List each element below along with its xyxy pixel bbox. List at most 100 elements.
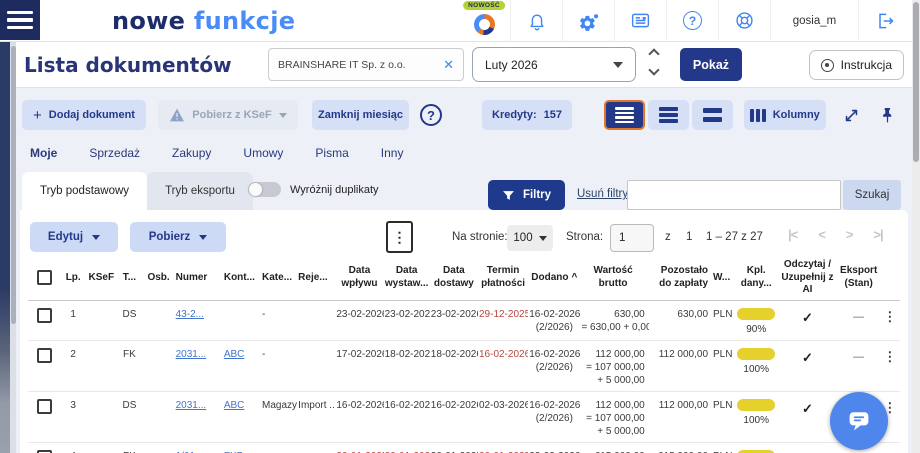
- col-header-dodano[interactable]: Dodano^: [528, 256, 580, 300]
- per-page-select[interactable]: 100: [507, 225, 553, 251]
- instruction-button[interactable]: Instrukcja: [809, 50, 904, 80]
- cell-termin_platnosci: 30-01-2025: [478, 442, 528, 453]
- highlight-duplicates-toggle[interactable]: [248, 182, 281, 197]
- numer-link[interactable]: 2031...: [176, 400, 207, 411]
- toolbar-help-button[interactable]: ?: [420, 104, 442, 126]
- tab-basic-mode[interactable]: Tryb podstawowy: [22, 172, 147, 210]
- chevron-down-icon: [613, 62, 623, 68]
- fullscreen-button[interactable]: [836, 100, 866, 130]
- view-comfortable-button[interactable]: [692, 100, 733, 130]
- col-label: Numer: [176, 272, 208, 283]
- numer-link[interactable]: 2031...: [176, 349, 207, 360]
- row-checkbox[interactable]: [37, 399, 52, 414]
- expand-icon: [843, 107, 860, 124]
- cell-select: [28, 442, 60, 453]
- add-document-button[interactable]: + Dodaj dokument: [22, 100, 146, 130]
- wartosc_brutto-line: 615 000,00: [581, 450, 644, 453]
- edit-dropdown-button[interactable]: Edytuj: [30, 222, 118, 252]
- first-page-icon[interactable]: |<: [788, 227, 797, 242]
- help-button[interactable]: ?: [666, 0, 718, 41]
- columns-button[interactable]: Kolumny: [744, 100, 826, 130]
- clear-company-icon[interactable]: ✕: [443, 58, 454, 71]
- show-button[interactable]: Pokaż: [680, 48, 742, 81]
- table-row: 3DS2031...ABCMagazynImport ...16-02-2026…: [28, 391, 900, 442]
- col-header-osb: Osb.: [142, 256, 174, 300]
- next-page-icon[interactable]: >: [846, 227, 853, 242]
- col-header-ai: Odczytaj / Uzupełnij z AI: [777, 256, 837, 300]
- col-label: Termin płatności: [481, 265, 525, 289]
- cell-data_dostawy: 30-01-2025: [430, 442, 478, 453]
- company-search-input[interactable]: [278, 59, 438, 71]
- month-down-icon[interactable]: [648, 64, 659, 75]
- page-input[interactable]: [610, 224, 654, 252]
- chat-bubble-icon: [844, 406, 874, 436]
- tab-pisma[interactable]: Pisma: [315, 146, 348, 160]
- month-up-icon[interactable]: [648, 48, 659, 59]
- hamburger-menu-icon[interactable]: [0, 0, 40, 40]
- notifications-button[interactable]: [510, 0, 562, 41]
- tab-sprzedaz[interactable]: Sprzedaż: [89, 146, 140, 160]
- ai-check-icon: ✓: [777, 442, 837, 453]
- collapsed-sidebar[interactable]: [0, 42, 10, 453]
- cell-wartosc_brutto: 112 000,00= 107 000,00+ 5 000,00: [580, 340, 648, 391]
- add-document-label: Dodaj dokument: [49, 109, 135, 121]
- list-options-button[interactable]: ⋮: [386, 221, 413, 253]
- cell-osb: [142, 391, 174, 442]
- whats-new-button[interactable]: NOWOŚĆ: [458, 0, 510, 41]
- pin-button[interactable]: [872, 100, 902, 130]
- row-checkbox[interactable]: [37, 450, 52, 453]
- select-all-checkbox[interactable]: [37, 270, 52, 285]
- left-scrollbar[interactable]: [10, 42, 16, 453]
- view-compact-button[interactable]: [604, 100, 645, 130]
- tab-inny[interactable]: Inny: [381, 146, 404, 160]
- col-label: T...: [123, 272, 136, 283]
- col-label: Odczytaj / Uzupełnij z AI: [781, 259, 833, 295]
- col-header-data_wystawienia: Data wystaw...: [384, 256, 430, 300]
- row-menu-button[interactable]: ⋮: [880, 300, 900, 340]
- logout-button[interactable]: [858, 0, 910, 41]
- row-menu-button[interactable]: ⋮: [880, 442, 900, 453]
- col-header-select[interactable]: [28, 256, 60, 300]
- settings-button[interactable]: [562, 0, 614, 41]
- search-button[interactable]: Szukaj: [843, 180, 901, 210]
- tab-export-mode[interactable]: Tryb eksportu: [147, 172, 253, 210]
- month-stepper: [650, 50, 658, 74]
- close-month-button[interactable]: Zamknij miesiąc: [312, 100, 409, 130]
- ai-check-icon: ✓: [777, 391, 837, 442]
- columns-label: Kolumny: [773, 109, 820, 121]
- row-checkbox[interactable]: [37, 348, 52, 363]
- duplicates-toggle-wrap: Wyróżnij duplikaty: [248, 182, 379, 197]
- col-label: Lp.: [66, 272, 81, 283]
- page-title: Lista dokumentów: [24, 53, 232, 77]
- clear-filters-link[interactable]: Usuń filtry: [577, 188, 628, 200]
- col-label: Data wpływu: [341, 265, 377, 289]
- row-menu-button[interactable]: ⋮: [880, 340, 900, 391]
- table-search-input[interactable]: [627, 180, 841, 210]
- kontrahent-link[interactable]: ABC: [224, 400, 245, 411]
- month-select[interactable]: Luty 2026: [472, 47, 636, 82]
- last-page-icon[interactable]: >|: [873, 227, 882, 242]
- prev-page-icon[interactable]: <: [818, 227, 825, 242]
- support-button[interactable]: [718, 0, 770, 41]
- tab-moje[interactable]: Moje: [30, 146, 57, 160]
- view-medium-button[interactable]: [648, 100, 689, 130]
- news-button[interactable]: [614, 0, 666, 41]
- tab-zakupy[interactable]: Zakupy: [172, 146, 211, 160]
- vertical-scrollbar[interactable]: [912, 0, 920, 453]
- cell-osb: [142, 442, 174, 453]
- newspaper-icon: [630, 10, 651, 31]
- chat-widget-button[interactable]: [830, 392, 888, 450]
- tab-umowy[interactable]: Umowy: [243, 146, 283, 160]
- col-header-termin_platnosci: Termin płatności: [478, 256, 528, 300]
- download-dropdown-button[interactable]: Pobierz: [130, 222, 226, 252]
- col-label: W...: [713, 272, 730, 283]
- username[interactable]: gosia_m: [770, 0, 858, 41]
- ksef-download-button[interactable]: Pobierz z KSeF: [158, 100, 298, 130]
- kontrahent-link[interactable]: ABC: [224, 349, 245, 360]
- numer-link[interactable]: 43-2...: [176, 309, 204, 320]
- left-scrollbar-thumb[interactable]: [11, 46, 16, 324]
- row-checkbox[interactable]: [37, 308, 52, 323]
- vertical-scrollbar-thumb[interactable]: [913, 2, 919, 162]
- cell-select: [28, 340, 60, 391]
- filters-button[interactable]: Filtry: [488, 180, 565, 210]
